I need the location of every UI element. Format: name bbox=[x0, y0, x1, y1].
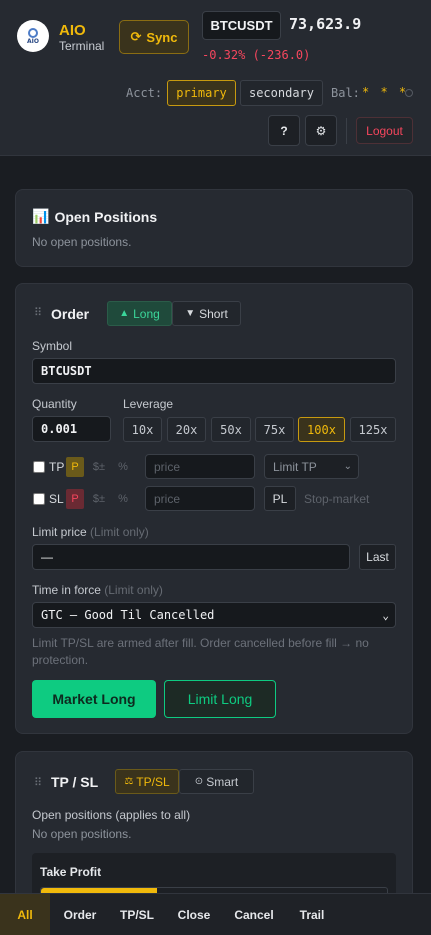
tp-price-input[interactable]: price bbox=[145, 454, 255, 479]
open-positions-empty: No open positions. bbox=[32, 235, 132, 249]
limit-long-button[interactable]: Limit Long bbox=[164, 680, 276, 718]
sl-label: SL bbox=[49, 492, 64, 506]
tpsl-card: ⠿ TP / SL ⚖ TP/SL ⊙ Smart Open positions… bbox=[15, 751, 413, 902]
tab-short[interactable]: ▼ Short bbox=[172, 301, 241, 326]
chevron-down-icon: ⌄ bbox=[382, 608, 389, 622]
symbol-label: Symbol bbox=[32, 339, 73, 353]
sl-percent-mode[interactable]: % bbox=[114, 489, 132, 509]
account-primary-button[interactable]: primary bbox=[167, 80, 236, 106]
logo: AIO bbox=[17, 20, 49, 52]
tp-percent-mode[interactable]: % bbox=[114, 457, 132, 477]
limit-price-input[interactable]: — bbox=[32, 544, 350, 570]
scale-icon: ⚖ bbox=[124, 776, 134, 787]
balance-status-icon bbox=[405, 89, 413, 97]
tp-label: TP bbox=[49, 460, 65, 474]
sl-pl-button[interactable]: PL bbox=[264, 486, 296, 511]
settings-button[interactable]: ⚙ bbox=[305, 115, 337, 146]
help-icon: ? bbox=[280, 123, 288, 138]
sl-dollar-mode[interactable]: $± bbox=[87, 489, 111, 509]
drag-handle-icon[interactable]: ⠿ bbox=[34, 776, 42, 789]
limit-price-label: Limit price (Limit only) bbox=[32, 525, 149, 539]
tp-type-select[interactable]: Limit TP ⌄ bbox=[264, 454, 359, 479]
nav-cancel[interactable]: Cancel bbox=[226, 894, 282, 935]
symbol-selector[interactable]: BTCUSDT bbox=[202, 11, 281, 40]
account-label: Acct: bbox=[126, 86, 163, 100]
logout-button[interactable]: Logout bbox=[356, 117, 413, 144]
quantity-input[interactable]: 0.001 bbox=[32, 416, 111, 442]
take-profit-label: Take Profit bbox=[40, 865, 102, 879]
leverage-50x[interactable]: 50x bbox=[211, 417, 251, 442]
nav-all[interactable]: All bbox=[0, 894, 50, 935]
help-button[interactable]: ? bbox=[268, 115, 300, 146]
drag-handle-icon[interactable]: ⠿ bbox=[34, 306, 42, 319]
nav-trail[interactable]: Trail bbox=[290, 894, 334, 935]
tp-dollar-mode[interactable]: $± bbox=[87, 457, 111, 477]
nav-order[interactable]: Order bbox=[56, 894, 104, 935]
gear-icon: ⚙ bbox=[315, 123, 327, 138]
last-price: 73,623.9 bbox=[289, 15, 362, 33]
divider bbox=[346, 118, 347, 144]
leverage-75x[interactable]: 75x bbox=[255, 417, 294, 442]
tpsl-scope-label: Open positions (applies to all) bbox=[32, 808, 191, 822]
tab-smart[interactable]: ⊙ Smart bbox=[179, 769, 254, 794]
open-positions-card: 📊 Open Positions No open positions. bbox=[15, 189, 413, 267]
target-icon: ⊙ bbox=[194, 776, 204, 787]
order-card: ⠿ Order ▲ Long ▼ Short Symbol BTCUSDT Qu… bbox=[15, 283, 413, 734]
tp-price-mode[interactable]: P bbox=[66, 457, 84, 477]
chart-icon: 📊 bbox=[32, 208, 50, 224]
sl-price-input[interactable]: price bbox=[145, 486, 255, 511]
leverage-100x[interactable]: 100x bbox=[298, 417, 345, 442]
balance-label: Bal: bbox=[331, 86, 360, 100]
chevron-down-icon: ⌄ bbox=[343, 461, 352, 472]
market-long-button[interactable]: Market Long bbox=[32, 680, 156, 718]
logo-text: AIO bbox=[27, 37, 39, 45]
last-price-button[interactable]: Last bbox=[359, 544, 396, 570]
tpsl-title: TP / SL bbox=[51, 774, 99, 790]
bottom-nav: All Order TP/SL Close Cancel Trail bbox=[0, 893, 431, 935]
balance-value[interactable]: * * * bbox=[362, 85, 408, 99]
sync-button[interactable]: ⟳ Sync bbox=[119, 20, 189, 54]
up-triangle-icon: ▲ bbox=[119, 308, 130, 319]
sl-checkbox[interactable] bbox=[33, 493, 45, 505]
down-triangle-icon: ▼ bbox=[185, 308, 196, 319]
nav-close[interactable]: Close bbox=[170, 894, 218, 935]
tp-checkbox[interactable] bbox=[33, 461, 45, 473]
leverage-20x[interactable]: 20x bbox=[167, 417, 206, 442]
order-title: Order bbox=[51, 306, 90, 322]
sl-type-label: Stop-market bbox=[304, 492, 370, 506]
leverage-10x[interactable]: 10x bbox=[123, 417, 162, 442]
tab-tpsl[interactable]: ⚖ TP/SL bbox=[115, 769, 179, 794]
brand-subtitle: Terminal bbox=[59, 39, 105, 53]
logo-mark-icon bbox=[28, 27, 38, 38]
nav-tpsl[interactable]: TP/SL bbox=[112, 894, 162, 935]
sl-price-mode[interactable]: P bbox=[66, 489, 84, 509]
order-note: Limit TP/SL are armed after fill. Order … bbox=[32, 636, 369, 667]
tif-label: Time in force (Limit only) bbox=[32, 583, 163, 597]
symbol-input[interactable]: BTCUSDT bbox=[32, 358, 396, 384]
leverage-label: Leverage bbox=[123, 397, 174, 411]
header: AIO AIO Terminal ⟳ Sync BTCUSDT 73,623.9… bbox=[0, 0, 431, 156]
tif-select[interactable]: GTC — Good Til Cancelled ⌄ bbox=[32, 602, 396, 628]
price-change: -0.32% (-236.0) bbox=[202, 48, 311, 62]
open-positions-title: 📊 Open Positions bbox=[32, 208, 158, 225]
account-secondary-button[interactable]: secondary bbox=[240, 80, 323, 106]
tpsl-empty: No open positions. bbox=[32, 827, 132, 841]
tab-long[interactable]: ▲ Long bbox=[107, 301, 172, 326]
quantity-label: Quantity bbox=[32, 397, 77, 411]
brand-name: AIO bbox=[59, 22, 86, 39]
sync-label: Sync bbox=[146, 29, 178, 45]
sync-icon: ⟳ bbox=[130, 29, 142, 44]
leverage-125x[interactable]: 125x bbox=[350, 417, 396, 442]
